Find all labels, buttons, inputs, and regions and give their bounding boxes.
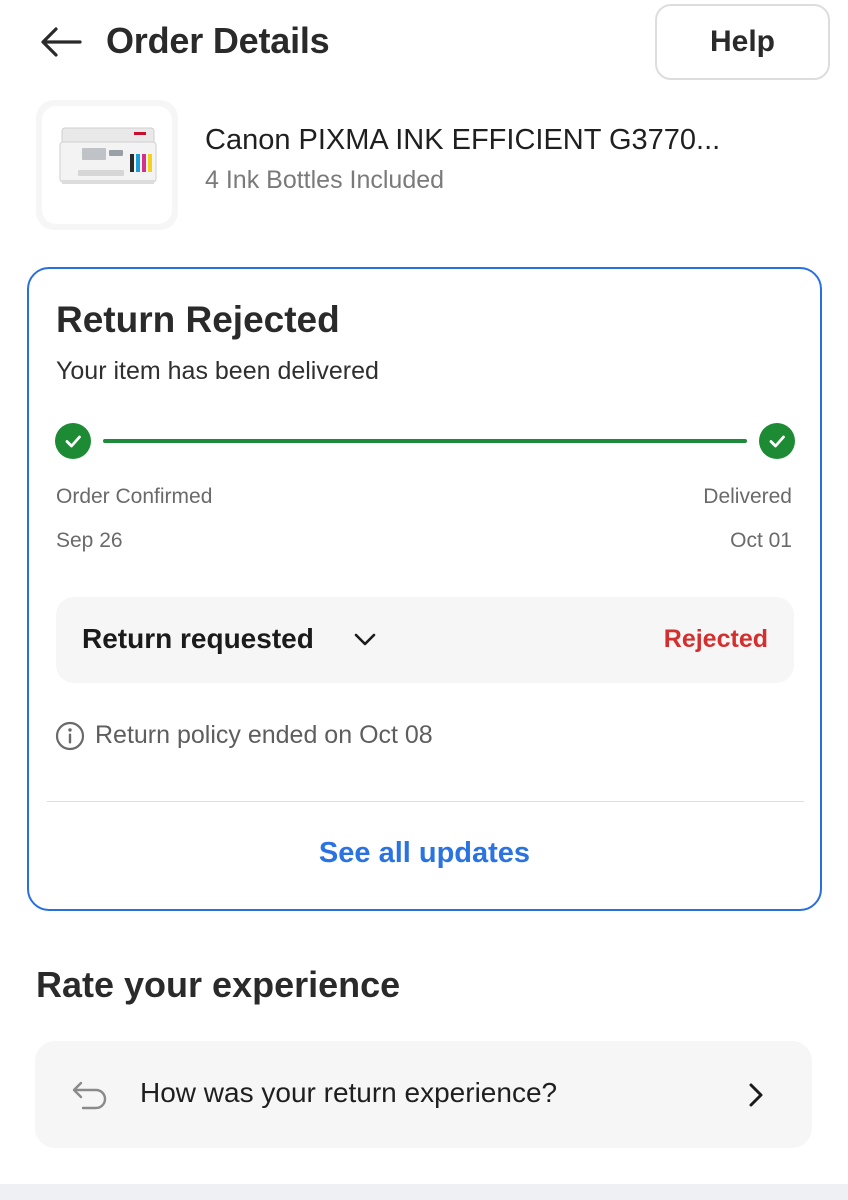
tracker-progress-line bbox=[103, 439, 747, 443]
product-name[interactable]: Canon PIXMA INK EFFICIENT G3770... bbox=[205, 124, 720, 157]
step-end-date: Oct 01 bbox=[730, 529, 792, 552]
chevron-right-icon bbox=[749, 1083, 763, 1107]
divider bbox=[47, 801, 804, 802]
return-experience-question: How was your return experience? bbox=[140, 1077, 558, 1108]
check-circle-icon bbox=[759, 423, 795, 459]
bottom-bar bbox=[0, 1184, 848, 1200]
step-start-label: Order Confirmed bbox=[56, 485, 213, 508]
return-arrow-icon bbox=[72, 1081, 107, 1110]
info-icon bbox=[55, 721, 85, 751]
chevron-down-icon bbox=[354, 633, 376, 646]
see-all-updates-link[interactable]: See all updates bbox=[29, 837, 820, 870]
help-button[interactable]: Help bbox=[655, 4, 830, 80]
return-status-badge: Rejected bbox=[663, 625, 768, 653]
product-variant: 4 Ink Bottles Included bbox=[205, 166, 445, 194]
return-requested-row[interactable]: Return requested Rejected bbox=[56, 597, 794, 683]
return-policy-text: Return policy ended on Oct 08 bbox=[95, 721, 433, 749]
arrow-left-icon bbox=[41, 27, 82, 57]
rate-section-title: Rate your experience bbox=[36, 964, 401, 1005]
return-experience-row[interactable]: How was your return experience? bbox=[35, 1041, 812, 1148]
page-title: Order Details bbox=[106, 20, 330, 61]
printer-image bbox=[42, 106, 172, 224]
step-end-label: Delivered bbox=[703, 485, 792, 508]
step-start-date: Sep 26 bbox=[56, 529, 123, 552]
return-status-card: Return Rejected Your item has been deliv… bbox=[27, 267, 822, 911]
order-details-page: Order Details Help Canon PIXMA INK EFFIC… bbox=[0, 0, 848, 1200]
return-requested-label: Return requested bbox=[82, 623, 314, 654]
status-subtitle: Your item has been delivered bbox=[56, 357, 379, 385]
back-button[interactable] bbox=[38, 22, 84, 62]
check-circle-icon bbox=[55, 423, 91, 459]
product-thumbnail[interactable] bbox=[36, 100, 178, 230]
status-title: Return Rejected bbox=[56, 299, 340, 340]
